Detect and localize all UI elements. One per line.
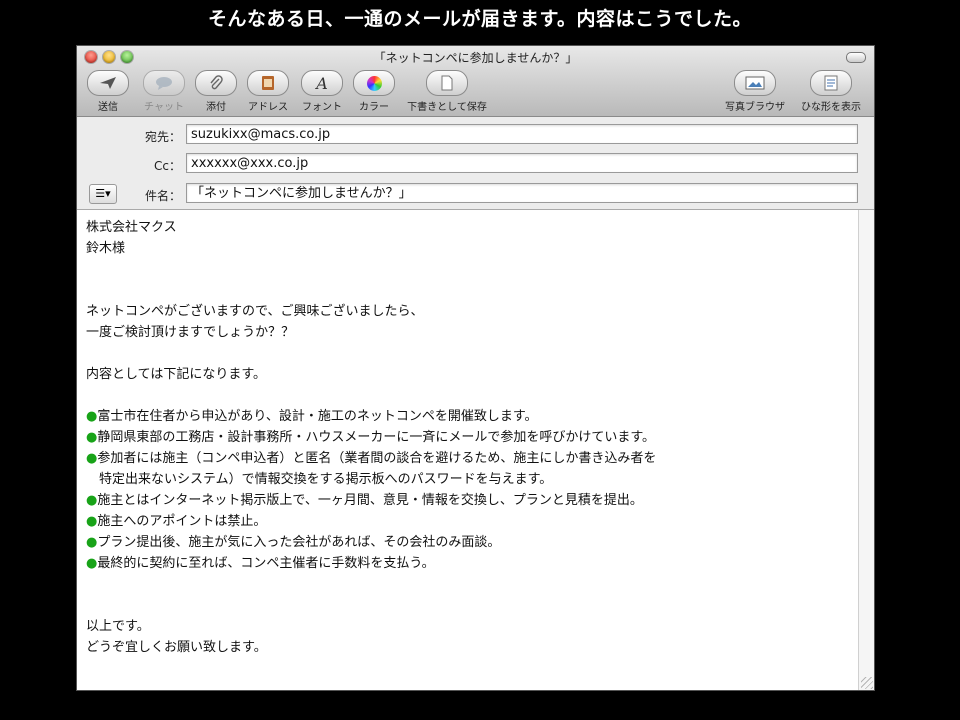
- subject-field[interactable]: 「ネットコンペに参加しませんか？」: [186, 183, 858, 203]
- bullet-item: ●静岡県東部の工務店・設計事務所・ハウスメーカーに一斉にメールで参加を呼びかけて…: [86, 427, 849, 448]
- resize-grip-icon[interactable]: [861, 677, 873, 689]
- bullet-text: 静岡県東部の工務店・設計事務所・ハウスメーカーに一斉にメールで参加を呼びかけてい…: [97, 430, 656, 445]
- color-button[interactable]: カラー: [352, 70, 396, 113]
- mail-compose-window: 「ネットコンペに参加しませんか？」 送信 チャット 添付 アドレス A フォント…: [77, 46, 874, 690]
- bullet-item: ●施主とはインターネット掲示版上で、一ヶ月間、意見・情報を交換し、プランと見積を…: [86, 490, 849, 511]
- header-fields-menu-button[interactable]: ☰▾: [89, 184, 117, 204]
- photo-icon: [734, 70, 776, 96]
- bullet-item: ●プラン提出後、施主が気に入った会社があれば、その会社のみ面談。: [86, 532, 849, 553]
- send-label: 送信: [98, 102, 118, 113]
- bullet-item: ●富士市在住者から申込があり、設計・施工のネットコンペを開催致します。: [86, 406, 849, 427]
- body-line: ネットコンペがございますので、ご興味ございましたら、: [86, 304, 424, 319]
- bullet-dot-icon: ●: [86, 556, 98, 571]
- vertical-scrollbar[interactable]: [858, 210, 874, 690]
- bullet-item: ●施主へのアポイントは禁止。: [86, 511, 849, 532]
- photo-browser-button[interactable]: 写真ブラウザ: [722, 70, 788, 113]
- closing-line: 以上です。: [86, 619, 150, 634]
- address-button[interactable]: アドレス: [243, 70, 293, 113]
- save-draft-button[interactable]: 下書きとして保存: [402, 70, 492, 113]
- bullet-dot-icon: ●: [86, 451, 98, 466]
- slide-caption: そんなある日、一通のメールが届きます。内容はこうでした。: [207, 8, 753, 30]
- bullet-dot-icon: ●: [86, 430, 98, 445]
- color-wheel-icon: [353, 70, 395, 96]
- bullet-text: 施主とはインターネット掲示版上で、一ヶ月間、意見・情報を交換し、プランと見積を提…: [97, 493, 643, 508]
- chat-button[interactable]: チャット: [139, 70, 189, 113]
- window-title: 「ネットコンペに参加しませんか？」: [373, 51, 578, 65]
- photo-browser-label: 写真ブラウザ: [725, 102, 785, 113]
- bullet-dot-icon: ●: [86, 535, 98, 550]
- to-field[interactable]: suzukixx@macs.co.jp: [186, 124, 858, 144]
- send-button[interactable]: 送信: [87, 70, 129, 113]
- subject-label: 件名：: [144, 189, 181, 203]
- bullet-continuation: 特定出来ないシステム）で情報交換をする掲示板へのパスワードを与えます。: [99, 472, 553, 487]
- body-line: [86, 280, 849, 301]
- bullet-text: 富士市在住者から申込があり、設計・施工のネットコンペを開催致します。: [97, 409, 538, 424]
- font-icon: A: [301, 70, 343, 96]
- stationery-icon: [810, 70, 852, 96]
- body-line: 一度ご検討頂けますでしょうか？？: [86, 325, 295, 340]
- bullet-dot-icon: ●: [86, 514, 98, 529]
- bullet-dot-icon: ●: [86, 409, 98, 424]
- address-book-icon: [247, 70, 289, 96]
- bullet-dot-icon: ●: [86, 493, 98, 508]
- body-line: 株式会社マクス: [86, 220, 177, 235]
- font-label: フォント: [302, 102, 342, 113]
- closing-line: どうぞ宜しくお願い致します。: [86, 640, 267, 655]
- font-button[interactable]: A フォント: [297, 70, 347, 113]
- body-line: 鈴木様: [86, 241, 126, 256]
- toolbar: 送信 チャット 添付 アドレス A フォント カラー 下書きとして保存 写真ブラ…: [77, 70, 874, 114]
- body-line: 内容としては下記になります。: [86, 367, 267, 382]
- bullet-item: ●最終的に契約に至れば、コンペ主催者に手数料を支払う。: [86, 553, 849, 574]
- cc-row: Cc： xxxxxx@xxx.co.jp: [77, 153, 874, 175]
- chat-label: チャット: [144, 102, 184, 113]
- message-body[interactable]: 株式会社マクス 鈴木様 ネットコンペがございますので、ご興味ございましたら、 一…: [77, 210, 858, 690]
- cc-field[interactable]: xxxxxx@xxx.co.jp: [186, 153, 858, 173]
- paperclip-icon: [195, 70, 237, 96]
- attach-label: 添付: [206, 102, 226, 113]
- show-stationery-label: ひな形を表示: [801, 102, 861, 113]
- body-line: [86, 385, 849, 406]
- bullet-text: 最終的に契約に至れば、コンペ主催者に手数料を支払う。: [97, 556, 435, 571]
- save-draft-label: 下書きとして保存: [407, 102, 487, 113]
- body-line: [86, 259, 849, 280]
- attach-button[interactable]: 添付: [195, 70, 237, 113]
- bullet-text: プラン提出後、施主が気に入った会社があれば、その会社のみ面談。: [97, 535, 501, 550]
- bullet-item: ●参加者には施主（コンペ申込者）と匿名（業者間の談合を避けるため、施主にしか書き…: [86, 448, 849, 469]
- message-header: 宛先： suzukixx@macs.co.jp Cc： xxxxxx@xxx.c…: [77, 117, 874, 210]
- body-line: [86, 343, 849, 364]
- send-icon: [87, 70, 129, 96]
- to-row: 宛先： suzukixx@macs.co.jp: [77, 124, 874, 146]
- cc-label: Cc：: [154, 159, 181, 173]
- bullet-text: 施主へのアポイントは禁止。: [97, 514, 267, 529]
- color-label: カラー: [359, 102, 389, 113]
- subject-row: ☰▾ 件名： 「ネットコンペに参加しませんか？」: [77, 183, 874, 205]
- title-bar: 「ネットコンペに参加しませんか？」 送信 チャット 添付 アドレス A フォント…: [77, 46, 874, 117]
- address-label: アドレス: [248, 102, 288, 113]
- draft-document-icon: [426, 70, 468, 96]
- chat-icon: [143, 70, 185, 96]
- show-stationery-button[interactable]: ひな形を表示: [795, 70, 867, 113]
- bullet-text: 参加者には施主（コンペ申込者）と匿名（業者間の談合を避けるため、施主にしか書き込…: [97, 451, 657, 466]
- to-label: 宛先：: [144, 130, 181, 144]
- toolbar-toggle-button[interactable]: [846, 52, 866, 63]
